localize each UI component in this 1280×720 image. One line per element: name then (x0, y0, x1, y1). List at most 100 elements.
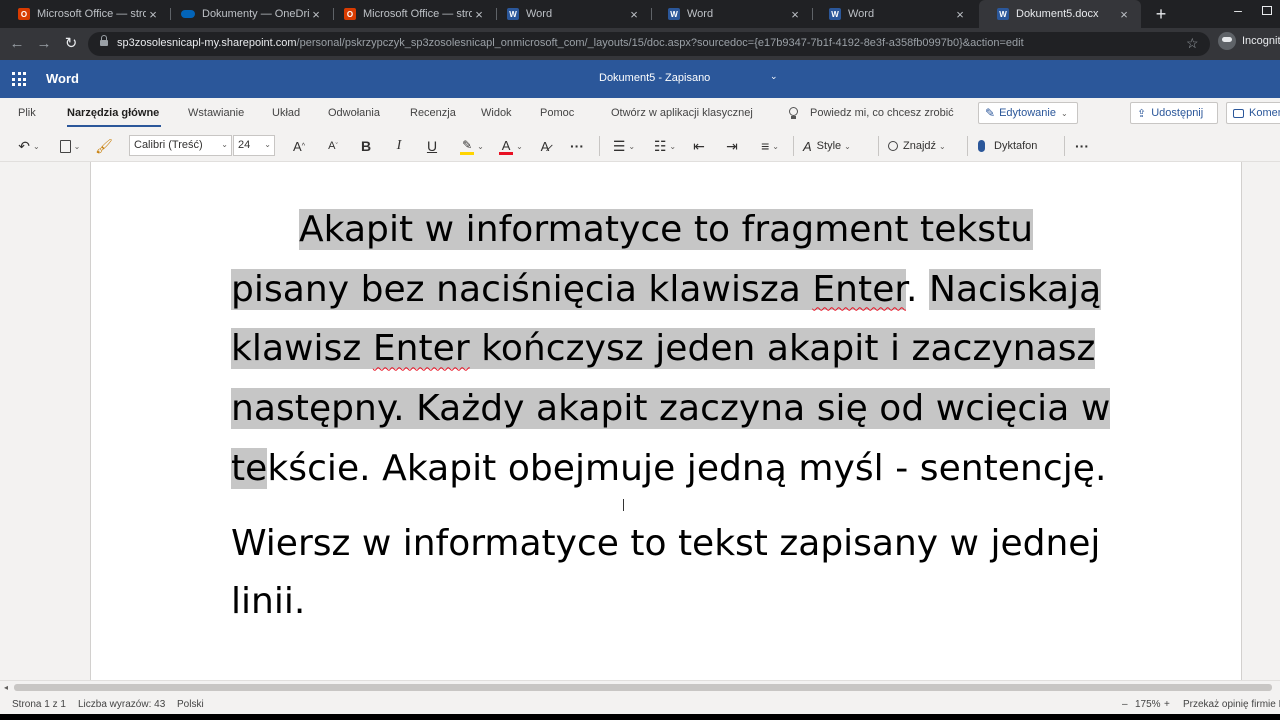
bookmark-star-icon[interactable]: ☆ (1186, 35, 1199, 52)
scrollbar-thumb[interactable] (14, 684, 1272, 691)
clear-formatting-button[interactable]: A̷ (535, 137, 555, 155)
more-font-options[interactable]: ··· (567, 137, 587, 155)
browser-tab[interactable]: O Microsoft Office — stron × (326, 0, 496, 28)
align-button[interactable]: ≡ ⌄ (755, 137, 785, 155)
browser-tab[interactable]: W Word × (650, 0, 812, 28)
zoom-level[interactable]: 175% (1135, 699, 1161, 710)
document-body[interactable]: Akapit w informatyce to fragment tekstu … (231, 200, 1111, 631)
back-icon[interactable]: ← (8, 35, 26, 53)
zoom-in-button[interactable]: + (1164, 699, 1170, 710)
tab-file[interactable]: Plik (18, 107, 36, 119)
incognito-profile[interactable]: Incognito (1218, 32, 1280, 50)
paragraph[interactable]: Wiersz w informatyce to tekst zapisany w… (231, 515, 1111, 631)
browser-tab[interactable]: W Word × (811, 0, 977, 28)
format-painter-button[interactable]: 🖌 (94, 137, 114, 155)
paintbrush-icon: 🖌 (95, 137, 113, 154)
document-canvas[interactable]: Akapit w informatyce to fragment tekstu … (0, 162, 1280, 680)
numbering-button[interactable]: ☷ ⌄ (650, 137, 680, 155)
browser-tab[interactable]: O Microsoft Office — stron × (0, 0, 170, 28)
browser-tab[interactable]: Dokumenty — OneDrive × (163, 0, 333, 28)
comments-button[interactable]: Komentarze (1226, 102, 1280, 124)
share-icon: ⇪ (1137, 107, 1147, 120)
underline-button[interactable]: U (422, 137, 442, 155)
chevron-down-icon[interactable]: ⌄ (770, 71, 778, 82)
close-icon[interactable]: × (788, 7, 802, 22)
increase-indent-button[interactable]: ⇥ (722, 137, 742, 155)
dictate-button[interactable]: Dyktafon (978, 137, 1058, 155)
italic-button[interactable]: I (389, 137, 409, 155)
shrink-font-button[interactable]: Aˇ (323, 137, 343, 155)
feedback-link[interactable]: Przekaż opinię firmie Microsoft (1183, 699, 1280, 710)
open-in-desktop-app[interactable]: Otwórz w aplikacji klasycznej (611, 107, 753, 119)
lightbulb-icon (789, 107, 798, 119)
find-button[interactable]: Znajdź ⌄ (888, 137, 960, 155)
chevron-down-icon: ⌄ (264, 140, 271, 149)
app-name[interactable]: Word (46, 71, 79, 86)
status-bar: Strona 1 z 1 Liczba wyrazów: 43 Polski –… (0, 694, 1280, 714)
tab-home[interactable]: Narzędzia główne (67, 107, 159, 119)
tab-help[interactable]: Pomoc (540, 107, 574, 119)
close-icon[interactable]: × (472, 7, 486, 22)
browser-tab-strip: O Microsoft Office — stron × Dokumenty —… (0, 0, 1280, 28)
share-button[interactable]: ⇪ Udostępnij (1130, 102, 1218, 124)
font-name-select[interactable]: Calibri (Treść) ⌄ (129, 135, 232, 156)
chevron-down-icon: ⌄ (1060, 108, 1068, 118)
styles-button[interactable]: A Style ⌄ (803, 137, 875, 155)
word-icon: W (829, 8, 841, 20)
pencil-icon: ✎ (985, 106, 996, 120)
close-icon[interactable]: × (309, 7, 323, 22)
spelling-error[interactable]: Enter (812, 269, 906, 310)
highlight-button[interactable]: ✎ ⌄ (457, 137, 487, 155)
tab-title: Microsoft Office — stron (37, 8, 146, 20)
reload-icon[interactable]: ↻ (62, 35, 80, 53)
microphone-icon (978, 140, 985, 152)
language[interactable]: Polski (177, 699, 204, 710)
more-options-button[interactable]: ··· (1072, 137, 1092, 155)
tab-insert[interactable]: Wstawianie (188, 107, 244, 119)
profile-label: Incognito (1242, 35, 1280, 47)
indent-icon: ⇥ (726, 137, 738, 154)
grow-font-button[interactable]: A ^ (289, 137, 309, 155)
paragraph[interactable]: Akapit w informatyce to fragment tekstu … (231, 200, 1111, 499)
decrease-indent-button[interactable]: ⇤ (689, 137, 709, 155)
bold-button[interactable]: B (356, 137, 376, 155)
bullets-button[interactable]: ☰ ⌄ (609, 137, 639, 155)
tab-layout[interactable]: Układ (272, 107, 300, 119)
tell-me-search[interactable]: Powiedz mi, co chcesz zrobić (810, 107, 954, 119)
close-icon[interactable]: × (1117, 7, 1131, 22)
text-cursor-icon (623, 499, 625, 511)
minimize-icon[interactable]: – (1228, 2, 1248, 18)
incognito-icon (1218, 32, 1236, 50)
document-page[interactable]: Akapit w informatyce to fragment tekstu … (90, 162, 1242, 680)
tab-view[interactable]: Widok (481, 107, 512, 119)
font-color-icon: A (499, 138, 514, 155)
document-title[interactable]: Dokument5 - Zapisano (599, 72, 710, 84)
tab-review[interactable]: Recenzja (410, 107, 456, 119)
restore-icon[interactable] (1262, 6, 1272, 15)
chevron-down-icon: ⌄ (221, 140, 228, 149)
align-left-icon: ≡ (761, 138, 770, 154)
scroll-left-icon[interactable]: ◂ (4, 683, 8, 692)
close-icon[interactable]: × (627, 7, 641, 22)
close-icon[interactable]: × (146, 7, 160, 22)
word-count[interactable]: Liczba wyrazów: 43 (78, 699, 165, 710)
url-input[interactable]: sp3zosolesnicapl-my.sharepoint.com/perso… (88, 32, 1210, 56)
new-tab-button[interactable]: + (1150, 3, 1172, 25)
font-color-button[interactable]: A ⌄ (496, 137, 526, 155)
forward-icon[interactable]: → (35, 35, 53, 53)
editing-mode-button[interactable]: ✎ Edytowanie ⌄ (978, 102, 1078, 124)
highlighter-icon: ✎ (460, 138, 475, 155)
spelling-error[interactable]: Enter (373, 328, 470, 369)
browser-tab[interactable]: W Word × (489, 0, 651, 28)
tab-references[interactable]: Odwołania (328, 107, 380, 119)
zoom-out-button[interactable]: – (1122, 699, 1128, 710)
app-launcher-icon[interactable] (12, 72, 26, 86)
browser-tab-active[interactable]: W Dokument5.docx × (979, 0, 1141, 28)
undo-button[interactable]: ↶ ⌄ (14, 137, 44, 155)
horizontal-scrollbar[interactable]: ◂ (0, 680, 1280, 694)
office-icon: O (18, 8, 30, 20)
paste-button[interactable]: ⌄ (54, 137, 86, 155)
tab-title: Dokumenty — OneDrive (202, 8, 309, 20)
font-size-select[interactable]: 24 ⌄ (233, 135, 275, 156)
close-icon[interactable]: × (953, 7, 967, 22)
